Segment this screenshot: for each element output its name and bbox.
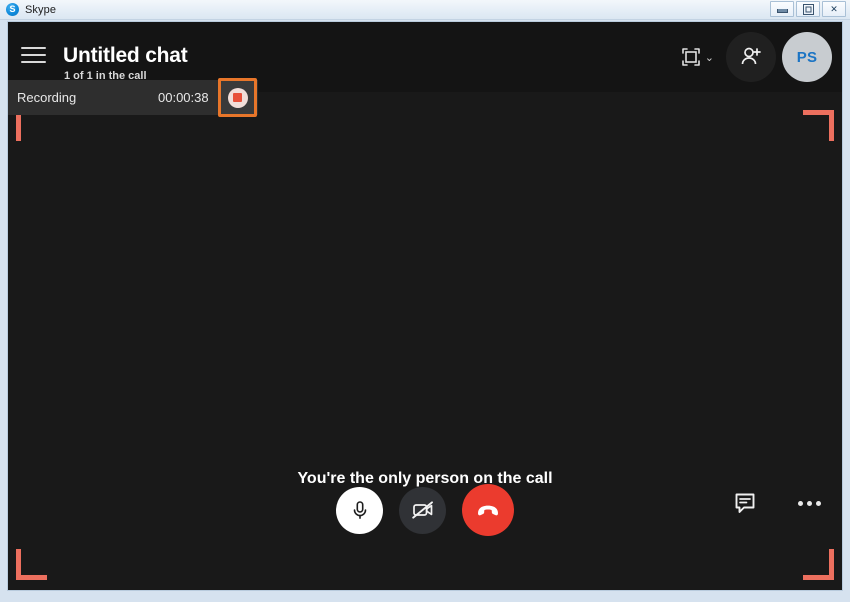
chat-bubble-icon [735, 493, 755, 513]
titlebar-identity: S Skype [0, 3, 56, 16]
stop-recording-icon [227, 87, 248, 108]
secondary-call-actions [726, 484, 828, 522]
recording-frame-corner-top-right [803, 110, 834, 141]
page-title: Untitled chat [63, 44, 188, 67]
skype-logo-icon: S [6, 3, 19, 16]
chevron-down-icon: ⌄ [704, 51, 714, 64]
maximize-icon [802, 3, 814, 15]
recording-frame-corner-bottom-left [16, 549, 47, 580]
dot [797, 500, 803, 506]
window-controls: ✕ [770, 1, 846, 17]
stop-square-glyph [233, 93, 242, 102]
hamburger-line [21, 61, 46, 63]
add-people-button[interactable] [726, 32, 776, 82]
hang-up-icon [478, 505, 498, 516]
camera-button[interactable] [399, 486, 446, 534]
recording-frame-corner-bottom-right [803, 549, 834, 580]
minimize-button[interactable] [770, 1, 794, 17]
hamburger-menu-icon[interactable] [21, 44, 47, 66]
dot [815, 500, 821, 506]
microphone-icon [353, 501, 366, 519]
recording-timer: 00:00:38 [158, 90, 209, 105]
header-actions: ⌄ PS [674, 32, 832, 82]
hamburger-line [21, 54, 46, 56]
hamburger-line [21, 47, 46, 49]
end-call-button[interactable] [462, 484, 514, 536]
close-button[interactable]: ✕ [822, 1, 846, 17]
show-conversation-button[interactable] [726, 484, 764, 522]
window-title: Skype [25, 3, 57, 16]
window-titlebar: S Skype ✕ [0, 0, 850, 20]
skype-app: Untitled chat 1 of 1 in the call ⌄ PS Re… [8, 22, 842, 590]
call-controls [8, 470, 842, 550]
more-options-button[interactable] [790, 484, 828, 522]
recording-label: Recording [17, 90, 77, 105]
dot [806, 500, 812, 506]
camera-off-icon [411, 501, 433, 519]
microphone-button[interactable] [336, 486, 383, 534]
recording-indicator-bar: Recording 00:00:38 [8, 78, 258, 117]
change-view-button[interactable]: ⌄ [674, 32, 720, 82]
close-icon: ✕ [830, 3, 838, 14]
maximize-button[interactable] [796, 1, 820, 17]
more-dots-icon [797, 500, 821, 506]
skype-window: S Skype ✕ Untitled chat 1 of 1 in the ca… [0, 0, 850, 602]
avatar[interactable]: PS [782, 32, 832, 82]
minimize-icon [776, 9, 788, 13]
stop-recording-button[interactable] [218, 78, 257, 117]
add-person-icon [741, 47, 761, 65]
layout-grid-icon [681, 48, 700, 66]
